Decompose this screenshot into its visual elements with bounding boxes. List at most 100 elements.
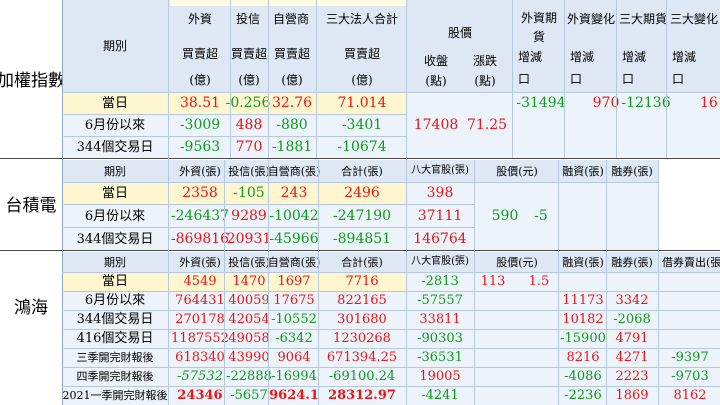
honhai-cell: -6342 — [275, 331, 313, 346]
tsmc-header-margin: 融資(張) — [562, 164, 604, 178]
honhai-cell: 49058 — [228, 331, 270, 346]
grid-line — [666, 0, 667, 158]
tsmc-cell: 2358 — [182, 185, 218, 201]
honhai-cell: 24346 — [177, 388, 223, 403]
tsmc-header-total: 合計(張) — [341, 164, 383, 178]
tsmc-header-official: 八大官股(張) — [411, 165, 469, 176]
grid-line — [474, 160, 475, 405]
tsmc-header-short: 融券(張) — [611, 164, 653, 178]
header-three-change: 三大變化 — [669, 12, 718, 26]
tsmc-cell: -247190 — [332, 208, 392, 224]
honhai-header-trust: 投信(張) — [228, 255, 270, 269]
honhai-cell: -4241 — [421, 388, 459, 403]
taiex-cell: -1881 — [271, 139, 313, 155]
honhai-cell: 1230268 — [333, 331, 391, 346]
honhai-cell: 270178 — [175, 312, 225, 327]
section-divider — [0, 158, 720, 159]
tsmc-label: 台積電 — [5, 195, 57, 216]
tsmc-header-price: 股價(元) — [496, 164, 538, 178]
honhai-cell: -16994 — [271, 369, 317, 384]
honhai-cell: -9703 — [671, 369, 709, 384]
header-three-change-unit: 口 — [672, 72, 685, 86]
honhai-cell: -15900 — [560, 331, 606, 346]
grid-line — [62, 291, 720, 292]
honhai-cell: 9624.1 — [269, 388, 319, 403]
honhai-cell: 8162 — [673, 388, 707, 403]
honhai-cell: 19005 — [419, 369, 461, 384]
honhai-cell: 4549 — [183, 274, 217, 289]
honhai-header-sbl: 借券賣出(張) — [662, 255, 720, 269]
tsmc-row-label: 當日 — [101, 185, 128, 201]
honhai-cell: 11173 — [562, 293, 604, 308]
taiex-cell: 32.76 — [271, 95, 313, 111]
tsmc-cell: -10042 — [269, 208, 319, 224]
taiex-cell: -9563 — [179, 139, 221, 155]
header-foreign-unit: (億) — [189, 73, 211, 87]
honhai-cell: 7716 — [345, 274, 379, 289]
grid-line — [564, 0, 565, 158]
taiex-cell: -10674 — [337, 139, 387, 155]
honhai-header-total: 合計(張) — [341, 255, 383, 269]
tsmc-header-foreign: 外資(張) — [179, 164, 221, 178]
grid-line — [62, 114, 406, 115]
taiex-cell: 488 — [235, 117, 263, 133]
grid-line — [658, 160, 659, 405]
grid-line — [62, 92, 720, 93]
header-foreign-futures-2: 貨 — [532, 30, 545, 44]
honhai-cell: 4271 — [615, 350, 649, 365]
honhai-cell: -4086 — [564, 369, 602, 384]
taiex-row-label: 當日 — [101, 95, 128, 111]
grid-line — [268, 160, 269, 405]
header-three-futures: 三大期貨 — [618, 12, 667, 26]
grid-line — [512, 0, 513, 158]
grid-line — [62, 182, 658, 183]
tsmc-cell: 37111 — [417, 208, 463, 224]
taiex-cell: -880 — [276, 117, 308, 133]
grid-line — [316, 0, 317, 158]
honhai-cell: -2813 — [421, 274, 459, 289]
grid-line — [224, 160, 225, 405]
futures-cell: -31494 — [516, 95, 566, 111]
taiex-cell: 770 — [235, 139, 263, 155]
taiex-label: 加權指數 — [0, 70, 62, 91]
tsmc-header-period: 期別 — [104, 164, 126, 178]
honhai-header-margin: 融資(張) — [562, 255, 604, 269]
header-total-unit: (億) — [351, 73, 373, 87]
honhai-cell: 1470 — [232, 274, 266, 289]
honhai-cell: 17675 — [273, 293, 315, 308]
honhai-price: 113 — [480, 274, 506, 289]
header-futures-unit-1: 口 — [518, 72, 531, 86]
header-close-sub: 收盤 — [423, 54, 448, 68]
honhai-cell: -90303 — [417, 331, 463, 346]
spreadsheet: 加權指數 期別 外資 投信 自營商 三大法人合計 股價 外資期 貨 外資變化 三… — [0, 0, 720, 405]
honhai-cell: 1187552 — [171, 331, 229, 346]
honhai-label: 鴻海 — [14, 297, 48, 318]
header-foreign: 外資 — [187, 12, 212, 26]
tsmc-cell: -246437 — [170, 208, 230, 224]
honhai-cell: 40059 — [228, 293, 270, 308]
tsmc-cell: -45966 — [269, 231, 319, 247]
grid-line — [318, 160, 319, 405]
header-three-futures-unit: 口 — [622, 72, 635, 86]
header-dealer: 自營商 — [272, 12, 309, 26]
honhai-cell: -69100.24 — [328, 369, 396, 384]
honhai-cell: -57532 — [177, 369, 223, 384]
grid-line — [62, 348, 720, 349]
taiex-period-header: 期別 — [102, 39, 127, 53]
honhai-row-label: 416個交易日 — [76, 331, 154, 346]
honhai-row-label: 2021一季開完財報後 — [62, 389, 168, 402]
header-three-futures-sub: 增減 — [622, 50, 647, 64]
header-close-unit: (點) — [425, 74, 447, 88]
tsmc-cell: 243 — [280, 185, 308, 201]
tsmc-cell: 146764 — [413, 231, 467, 247]
honhai-header-dealer: 自營商(張) — [268, 255, 320, 269]
honhai-header-official: 八大官股(張) — [411, 256, 469, 267]
honhai-cell: 10182 — [562, 312, 604, 327]
taiex-change: 71.25 — [466, 117, 508, 133]
tsmc-header-trust: 投信(張) — [228, 164, 270, 178]
honhai-header-period: 期別 — [104, 255, 126, 269]
honhai-row-label: 四季開完財報後 — [76, 370, 154, 383]
honhai-cell: 28312.97 — [328, 388, 396, 403]
header-foreign-change-unit: 口 — [570, 72, 583, 86]
taiex-row-label: 6月份以來 — [84, 117, 146, 133]
